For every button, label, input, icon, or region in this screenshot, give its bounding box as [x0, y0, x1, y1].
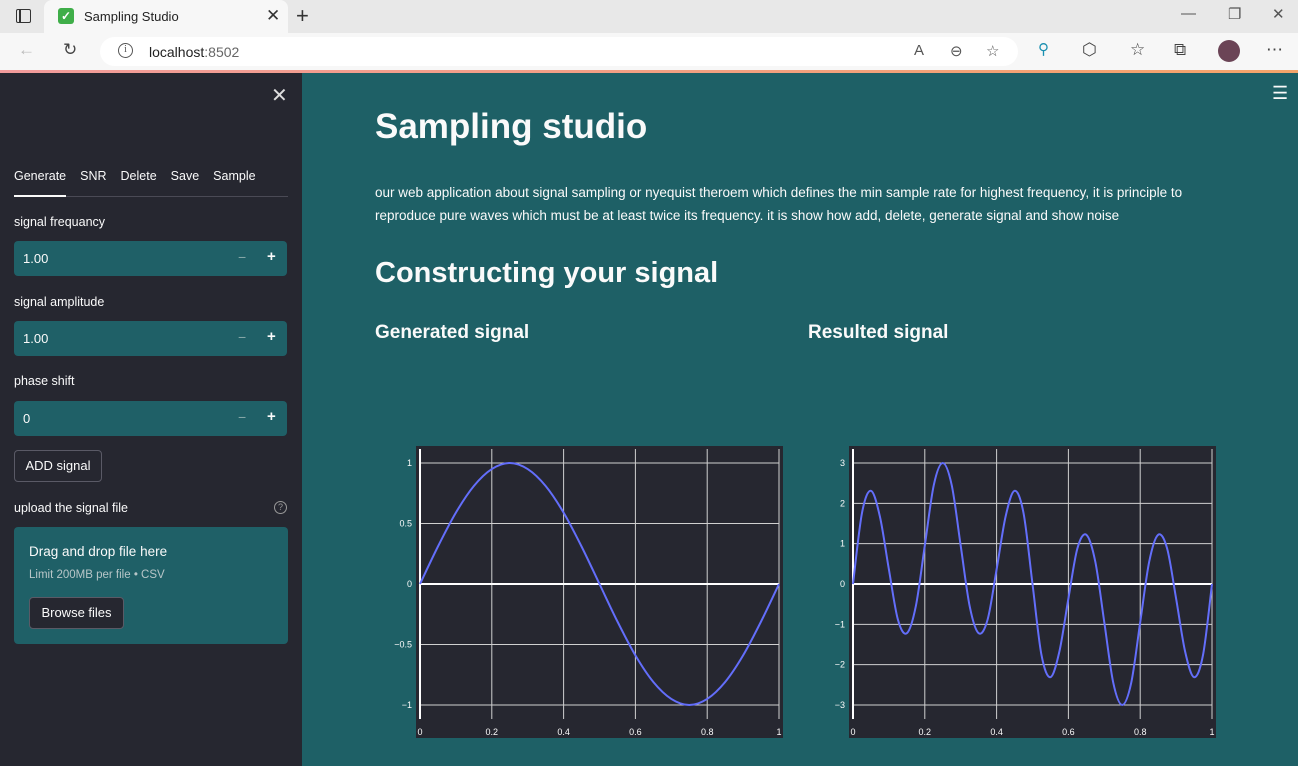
y-tick-label: 0	[407, 579, 412, 589]
generated-signal-chart[interactable]: 0 0.2 0.4 0.6 0.8 1 1 0.5 0 −0.5 −1	[394, 446, 783, 738]
profile-avatar[interactable]	[1218, 40, 1240, 62]
frequency-increment-icon[interactable]: +	[267, 248, 276, 265]
browser-tabbar: ✓ Sampling Studio ✕ + — ❐ ✕	[0, 0, 1298, 33]
site-info-icon[interactable]: i	[118, 43, 133, 58]
tab-sample[interactable]: Sample	[213, 169, 255, 197]
y-tick-label: −0.5	[394, 640, 412, 650]
read-aloud-icon[interactable]: A	[914, 42, 924, 59]
upload-label: upload the signal file	[14, 501, 128, 515]
generated-signal-title: Generated signal	[375, 322, 530, 343]
resulted-signal-plot: 0 0.2 0.4 0.6 0.8 1 3 2 1 0 −1 −2 −3	[835, 449, 1215, 737]
resulted-signal-chart[interactable]: 0 0.2 0.4 0.6 0.8 1 3 2 1 0 −1 −2 −3	[835, 446, 1216, 738]
sidebar-tabs: Generate SNR Delete Save Sample	[14, 169, 288, 197]
x-tick-label: 1	[776, 727, 781, 737]
resulted-signal-title: Resulted signal	[808, 322, 949, 343]
amplitude-increment-icon[interactable]: +	[267, 328, 276, 345]
phase-label: phase shift	[14, 374, 75, 388]
menu-icon[interactable]: ☰	[1272, 83, 1288, 104]
section-title: Constructing your signal	[375, 257, 719, 289]
tab-save[interactable]: Save	[171, 169, 200, 197]
tab-title: Sampling Studio	[84, 9, 179, 24]
add-favorite-icon[interactable]: ☆	[986, 42, 999, 60]
x-tick-label: 0.6	[1062, 727, 1075, 737]
frequency-input[interactable]: 1.00 − +	[14, 241, 287, 276]
minimize-icon[interactable]: —	[1181, 5, 1196, 22]
extensions-icon[interactable]: ⬡	[1082, 40, 1097, 60]
amplitude-label: signal amplitude	[14, 295, 105, 309]
address-bar[interactable]: i localhost:8502 A ⊖ ☆	[100, 37, 1018, 66]
generated-signal-plot: 0 0.2 0.4 0.6 0.8 1 1 0.5 0 −0.5 −1	[394, 449, 782, 737]
file-dropzone[interactable]: Drag and drop file here Limit 200MB per …	[14, 527, 288, 644]
search-icon[interactable]: ⚲	[1038, 40, 1049, 58]
page-title: Sampling studio	[375, 107, 648, 146]
collections-icon[interactable]: ⧉	[1174, 40, 1186, 60]
zoom-out-icon[interactable]: ⊖	[950, 42, 963, 60]
window-close-icon[interactable]: ✕	[1272, 5, 1285, 23]
more-menu-icon[interactable]: ⋯	[1266, 40, 1283, 60]
y-tick-label: −2	[835, 660, 845, 670]
back-icon[interactable]: ←	[18, 40, 35, 60]
dropzone-title: Drag and drop file here	[29, 544, 168, 559]
tab-delete[interactable]: Delete	[121, 169, 157, 197]
sidebar: ✕ Generate SNR Delete Save Sample signal…	[0, 73, 302, 766]
tab-generate[interactable]: Generate	[14, 169, 67, 197]
y-tick-label: 1	[840, 539, 845, 549]
url-text[interactable]: localhost:8502	[149, 44, 239, 60]
new-tab-icon[interactable]: +	[296, 3, 309, 29]
y-tick-label: 2	[840, 498, 845, 508]
browser-navbar: ← ↻ i localhost:8502 A ⊖ ☆ ⚲ ⬡ ☆ ⧉ ⋯	[0, 33, 1298, 70]
y-tick-label: −1	[402, 700, 412, 710]
x-tick-label: 0.4	[990, 727, 1003, 737]
sidebar-close-icon[interactable]: ✕	[271, 83, 288, 108]
x-tick-label: 1	[1209, 727, 1214, 737]
browser-tab[interactable]: ✓ Sampling Studio ✕	[44, 0, 288, 33]
x-tick-label: 0.8	[1134, 727, 1147, 737]
tab-snr[interactable]: SNR	[80, 169, 106, 197]
frequency-label: signal frequancy	[14, 215, 106, 229]
favorites-icon[interactable]: ☆	[1130, 40, 1145, 60]
x-tick-label: 0.2	[919, 727, 932, 737]
phase-increment-icon[interactable]: +	[267, 408, 276, 425]
x-tick-label: 0.8	[701, 727, 714, 737]
x-tick-label: 0.6	[629, 727, 642, 737]
frequency-decrement-icon[interactable]: −	[238, 249, 246, 265]
x-tick-label: 0	[850, 727, 855, 737]
amplitude-input[interactable]: 1.00 − +	[14, 321, 287, 356]
phase-value[interactable]: 0	[23, 411, 30, 426]
amplitude-decrement-icon[interactable]: −	[238, 329, 246, 345]
add-signal-button[interactable]: ADD signal	[14, 450, 102, 482]
tab-close-icon[interactable]: ✕	[266, 6, 280, 26]
y-tick-label: 0.5	[399, 519, 412, 529]
main-content: ☰ Sampling studio our web application ab…	[302, 73, 1298, 766]
x-tick-label: 0.2	[486, 727, 499, 737]
dropzone-limit: Limit 200MB per file • CSV	[29, 569, 165, 581]
y-tick-label: −3	[835, 700, 845, 710]
y-tick-label: −1	[835, 619, 845, 629]
phase-decrement-icon[interactable]: −	[238, 409, 246, 425]
frequency-value[interactable]: 1.00	[23, 251, 48, 266]
browse-files-button[interactable]: Browse files	[29, 597, 124, 629]
y-tick-label: 3	[840, 458, 845, 468]
amplitude-value[interactable]: 1.00	[23, 331, 48, 346]
y-tick-label: 1	[407, 458, 412, 468]
x-tick-label: 0	[417, 727, 422, 737]
y-tick-label: 0	[840, 579, 845, 589]
tab-actions-icon[interactable]	[16, 9, 31, 23]
refresh-icon[interactable]: ↻	[63, 40, 77, 60]
phase-input[interactable]: 0 − +	[14, 401, 287, 436]
x-tick-label: 0.4	[557, 727, 570, 737]
checkmark-favicon-icon: ✓	[58, 8, 74, 24]
help-icon[interactable]: ?	[274, 501, 287, 514]
intro-text: our web application about signal samplin…	[375, 185, 1183, 223]
restore-icon[interactable]: ❐	[1228, 5, 1241, 23]
